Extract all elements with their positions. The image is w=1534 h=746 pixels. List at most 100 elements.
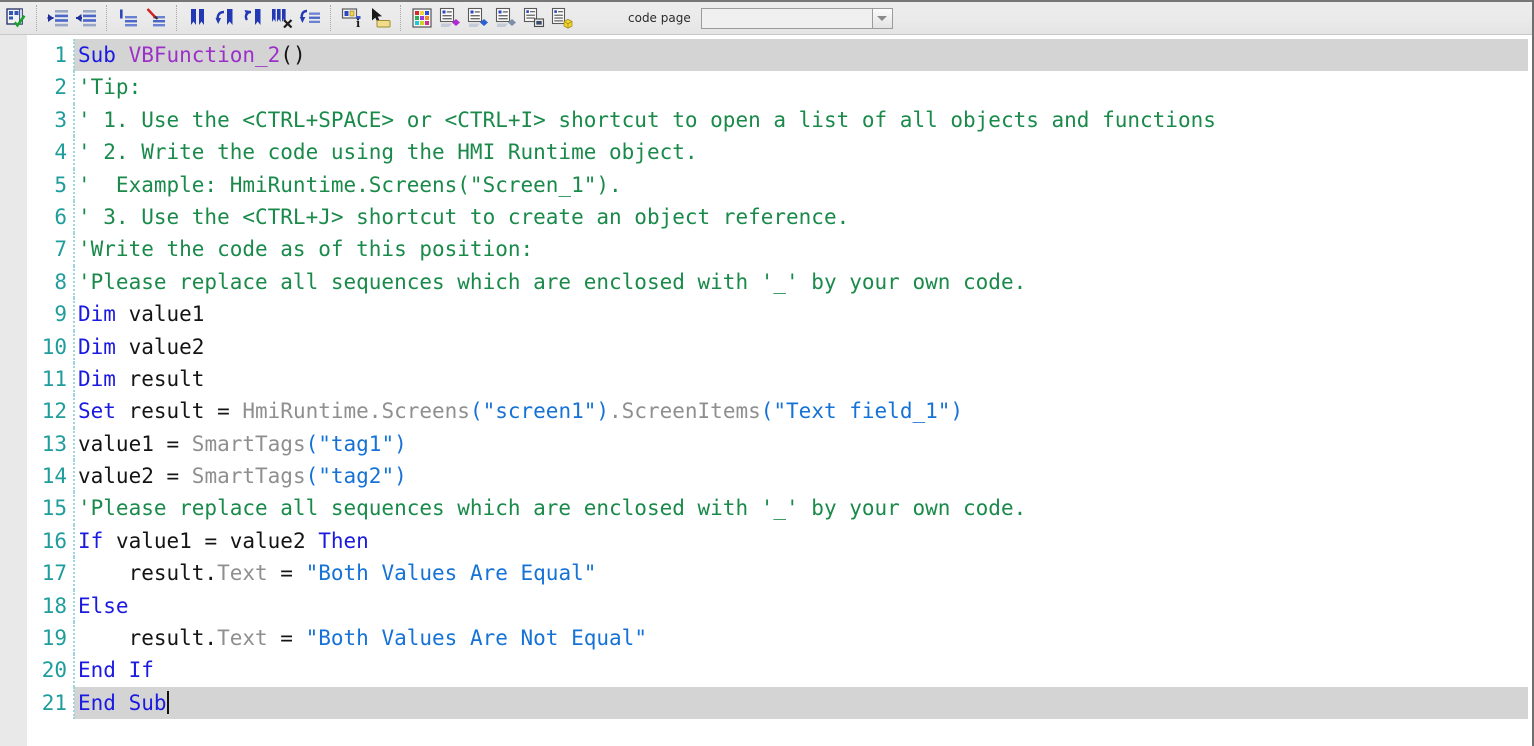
toggle-bookmark-icon[interactable] [184,4,212,32]
previous-bookmark-icon[interactable] [212,4,240,32]
code-editor-area[interactable]: 1 Sub VBFunction_2() 2 'Tip: 3 ' 1. Use the <… [0,35,1532,746]
token-kw: Dim [78,302,116,327]
toolbar-separator [400,5,402,31]
insert-list-icon[interactable] [520,4,548,32]
line-number: 2 [54,75,67,100]
gutter-divider [73,622,75,655]
gutter-divider [73,233,75,266]
token-obj: HmiRuntime.Screens [242,399,470,424]
code-text: End If [78,654,154,686]
gutter-divider [73,103,75,137]
insert-screen-icon[interactable] [464,4,492,32]
decrease-indent-icon[interactable] [72,4,100,32]
code-line[interactable]: 14 value2 = SmartTags("tag2") [0,460,1532,493]
gutter-divider [73,298,75,331]
token-kw: End Sub [78,690,167,715]
code-line[interactable]: 8 'Please replace all sequences which are… [0,265,1532,299]
gutter-divider [73,654,75,687]
code-line[interactable]: 21 End Sub [0,686,1532,720]
svg-text:i: i [356,17,360,29]
code-line[interactable]: 7 'Write the code as of this position: [0,233,1532,266]
token-str: ("tag1") [305,431,407,456]
object-info-icon[interactable]: i [338,4,366,32]
token-kw: Then [318,528,369,553]
gutter-divider [73,427,75,461]
token-comment: 'Please replace all sequences which are … [78,496,1027,521]
code-line[interactable]: 15 'Please replace all sequences which ar… [0,492,1532,525]
code-line[interactable]: 19 result.Text = "Both Values Are Not Eq… [0,622,1532,655]
code-line[interactable]: 5 ' Example: HmiRuntime.Screens("Screen_1… [0,168,1532,201]
code-text: 'Please replace all sequences which are … [78,492,1026,524]
code-line[interactable]: 20 End If [0,654,1532,687]
insert-screen-item-icon[interactable] [492,4,520,32]
code-line[interactable]: 3 ' 1. Use the <CTRL+SPACE> or <CTRL+I> s… [0,103,1532,137]
vbs-script-editor-window: i code page 1 Sub VBFunction_2() 2 'Tip:… [0,0,1534,746]
code-text: Dim value2 [78,331,204,363]
token-comment: ' 1. Use the <CTRL+SPACE> or <CTRL+I> sh… [78,107,1216,132]
increase-indent-icon[interactable] [44,4,72,32]
code-line[interactable]: 4 ' 2. Write the code using the HMI Runti… [0,136,1532,169]
code-page-label: code page [628,11,691,25]
token-kw: Dim [78,334,116,359]
code-line[interactable]: 9 Dim value1 [0,298,1532,331]
line-number: 14 [41,464,67,489]
code-line[interactable]: 10 Dim value2 [0,330,1532,363]
insert-tag-icon[interactable] [436,4,464,32]
current-line-highlight [74,686,1528,720]
token-obj: SmartTags [191,464,306,489]
toolbar-separator [330,5,332,31]
toolbar-separator [106,5,108,31]
token-kw: End [78,658,116,683]
toolbar-separator [36,5,38,31]
gutter-divider [73,362,75,396]
gutter-divider [73,524,75,558]
code-line[interactable]: 12 Set result = HmiRuntime.Screens("scree… [0,395,1532,428]
token-plain: value2 [115,334,205,359]
code-text: Else [78,590,129,622]
next-bookmark-icon[interactable] [240,4,268,32]
insert-object-icon[interactable] [548,4,576,32]
token-kw: Sub [78,43,116,67]
token-str: "Both Values Are Not Equal" [305,626,647,651]
syntax-check-icon[interactable] [2,4,30,32]
chevron-down-icon[interactable] [871,8,892,28]
token-obj: Text [217,626,268,651]
comment-block-icon[interactable] [114,4,142,32]
select-object-icon[interactable] [366,4,394,32]
color-palette-icon[interactable] [408,4,436,32]
token-plain: value1 = [78,431,192,456]
goto-bookmark-icon[interactable] [296,4,324,32]
code-text: Set result = HmiRuntime.Screens("screen1… [78,395,963,427]
code-page-combo[interactable] [700,7,893,29]
line-number: 6 [54,204,67,229]
gutter-divider [73,557,75,590]
code-line[interactable]: 11 Dim result [0,362,1532,396]
token-kw: If [78,528,104,553]
uncomment-block-icon[interactable] [142,4,170,32]
code-line[interactable]: 6 ' 3. Use the <CTRL+J> shortcut to creat… [0,200,1532,234]
code-line[interactable]: 2 'Tip: [0,71,1532,104]
token-plain: result. [78,626,218,651]
line-number: 4 [54,140,67,165]
token-plain: result = [115,399,243,424]
token-kw: Dim [78,366,116,391]
gutter-divider [73,395,75,428]
token-obj: SmartTags [191,431,306,456]
code-text: ' 1. Use the <CTRL+SPACE> or <CTRL+I> sh… [78,104,1216,136]
code-text: result.Text = "Both Values Are Equal" [78,557,597,589]
token-str: ("Text field_1") [760,399,964,424]
token-plain: result. [78,561,218,586]
toolbar-group-bookmark [184,2,324,34]
code-line[interactable]: 16 If value1 = value2 Then [0,524,1532,558]
code-line[interactable]: 18 Else [0,589,1532,623]
line-number: 3 [54,107,67,132]
code-line[interactable]: 13 value1 = SmartTags("tag1") [0,427,1532,461]
code-line[interactable]: 1 Sub VBFunction_2() [0,39,1532,72]
token-str: ("screen1") [469,399,610,424]
code-line[interactable]: 17 result.Text = "Both Values Are Equal" [0,557,1532,590]
code-text: Dim result [78,363,204,395]
line-number: 17 [41,561,67,586]
clear-all-bookmarks-icon[interactable] [268,4,296,32]
